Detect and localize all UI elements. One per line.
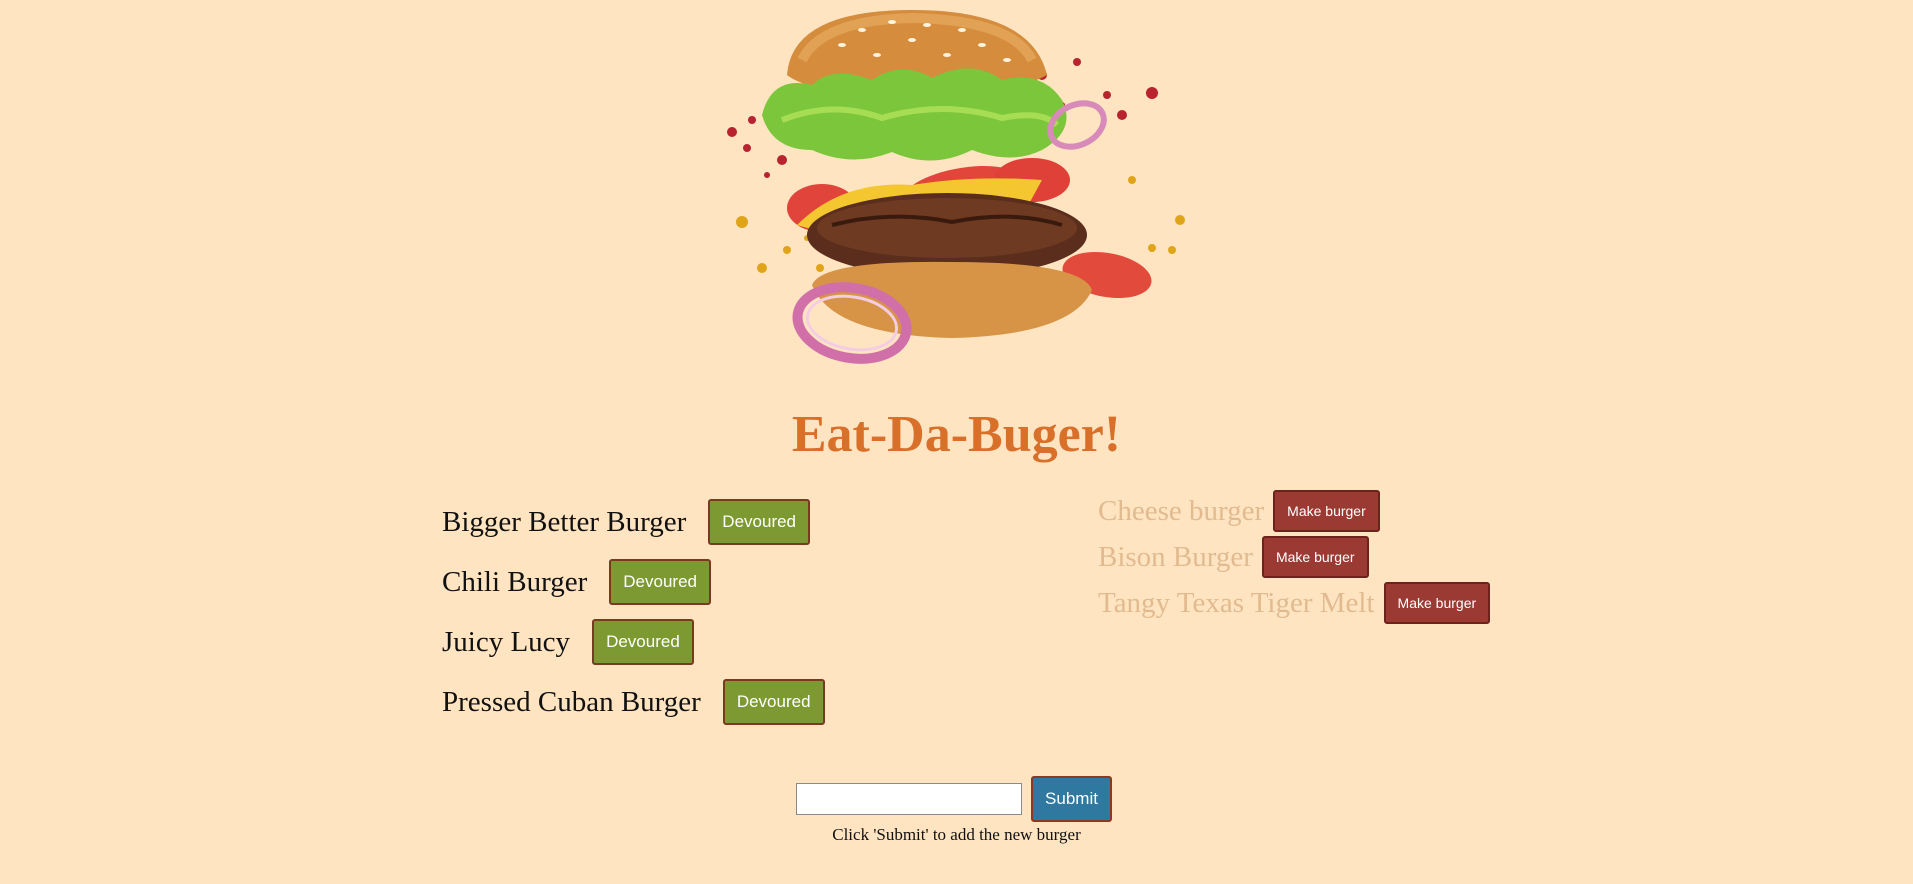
burger-name: Bigger Better Burger [442, 506, 687, 538]
burger-name: Bison Burger [1098, 541, 1253, 573]
burger-name: Pressed Cuban Burger [442, 686, 701, 718]
devoured-button[interactable]: Devoured [708, 499, 811, 545]
burger-hero-image [712, 0, 1202, 370]
page-title: Eat-Da-Buger! [791, 406, 1122, 463]
burger-name: Tangy Texas Tiger Melt [1098, 587, 1375, 619]
add-burger-form: Submit Click 'Submit' to add the new bur… [0, 776, 1913, 845]
list-item: Cheese burger Make burger [1098, 488, 1490, 534]
submit-button[interactable]: Submit [1031, 776, 1112, 822]
form-row: Submit [0, 776, 1913, 822]
burger-name-input[interactable] [796, 783, 1023, 815]
burger-name: Juicy Lucy [442, 626, 571, 658]
devoured-button[interactable]: Devoured [592, 619, 694, 665]
make-burger-button[interactable]: Make burger [1261, 536, 1369, 578]
burger-name: Chili Burger [442, 566, 588, 598]
burger-name: Cheese burger [1098, 495, 1265, 527]
devoured-button[interactable]: Devoured [722, 679, 825, 725]
devoured-burger-list: Bigger Better Burger Devoured Chili Burg… [442, 492, 825, 732]
make-burger-button[interactable]: Make burger [1383, 582, 1491, 624]
make-burger-button[interactable]: Make burger [1273, 490, 1380, 532]
list-item: Juicy Lucy Devoured [442, 612, 825, 672]
list-item: Bison Burger Make burger [1098, 534, 1490, 580]
form-hint: Click 'Submit' to add the new burger [832, 825, 1081, 844]
list-item: Chili Burger Devoured [442, 552, 825, 612]
devoured-button[interactable]: Devoured [609, 559, 711, 605]
list-item: Tangy Texas Tiger Melt Make burger [1098, 580, 1491, 626]
list-item: Pressed Cuban Burger Devoured [442, 672, 825, 732]
list-item: Bigger Better Burger Devoured [442, 492, 825, 552]
pending-burger-list: Cheese burger Make burger Bison Burger M… [1098, 488, 1491, 626]
page: Eat-Da-Buger! Bigger Better Burger Devou… [0, 0, 1913, 884]
